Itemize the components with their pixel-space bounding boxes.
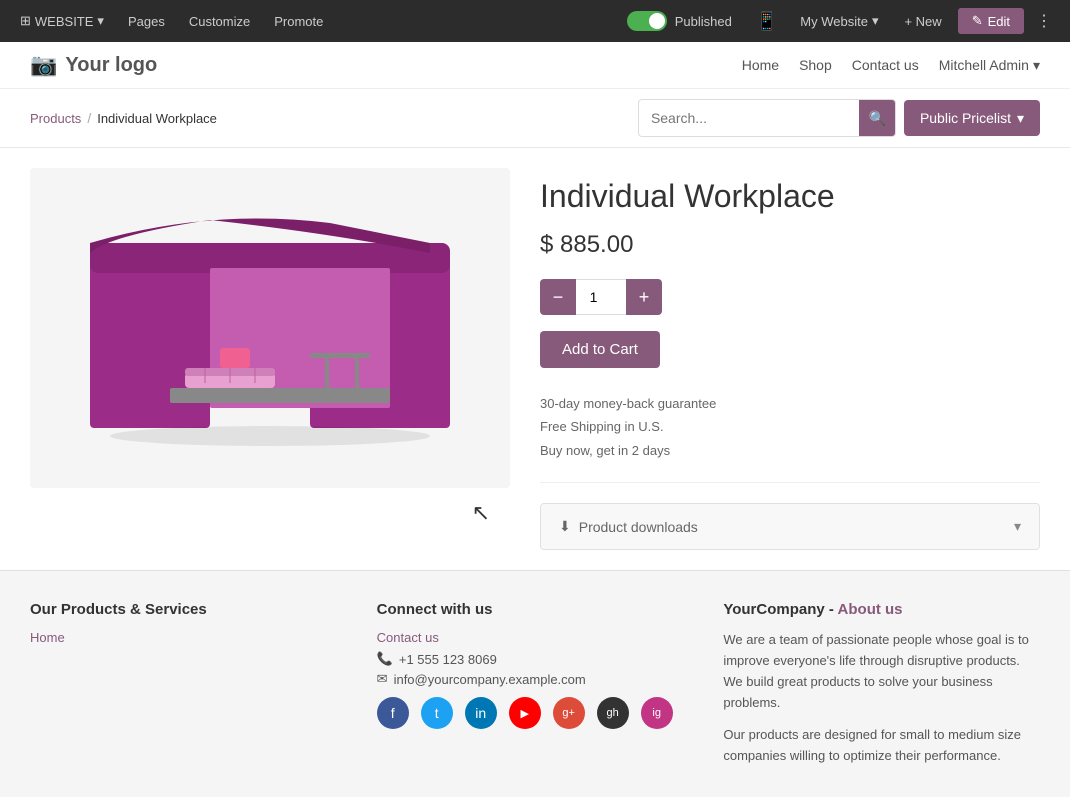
guarantee-text: 30-day money-back guarantee bbox=[540, 392, 1040, 415]
dropdown-chevron-icon: ▾ bbox=[97, 13, 104, 29]
main-content: ↖ Individual Workplace $ 885.00 − + Add … bbox=[0, 148, 1070, 570]
logo[interactable]: 📷 Your logo bbox=[30, 52, 157, 78]
nav-shop[interactable]: Shop bbox=[799, 57, 832, 73]
quantity-increase-button[interactable]: + bbox=[626, 279, 662, 315]
search-input[interactable] bbox=[639, 100, 859, 136]
google-plus-icon[interactable]: g+ bbox=[553, 697, 585, 729]
downloads-label: Product downloads bbox=[579, 519, 698, 535]
published-label: Published bbox=[675, 14, 732, 29]
footer-company-title: YourCompany - About us bbox=[723, 601, 1040, 618]
user-chevron-icon: ▾ bbox=[1033, 57, 1040, 74]
search-button[interactable]: 🔍 bbox=[859, 100, 895, 136]
pricelist-chevron-icon: ▾ bbox=[1017, 110, 1024, 127]
user-name: Mitchell Admin bbox=[939, 57, 1029, 73]
product-price: $ 885.00 bbox=[540, 231, 1040, 259]
breadcrumb-separator: / bbox=[87, 110, 91, 126]
product-image bbox=[30, 168, 510, 488]
quantity-input[interactable] bbox=[576, 279, 626, 315]
nav-contact-us[interactable]: Contact us bbox=[852, 57, 919, 73]
mobile-preview-icon[interactable]: 📱 bbox=[748, 11, 786, 32]
chevron-down-icon: ▾ bbox=[872, 13, 879, 29]
breadcrumb-search-row: Products / Individual Workplace 🔍 Public… bbox=[0, 89, 1070, 148]
instagram-icon[interactable]: ig bbox=[641, 697, 673, 729]
footer-connect-title: Connect with us bbox=[377, 601, 694, 618]
footer-phone: 📞 +1 555 123 8069 bbox=[377, 651, 694, 667]
logo-text: Your logo bbox=[65, 54, 157, 77]
linkedin-icon[interactable]: in bbox=[465, 697, 497, 729]
site-nav: Home Shop Contact us Mitchell Admin ▾ bbox=[742, 57, 1040, 74]
add-to-cart-button[interactable]: Add to Cart bbox=[540, 331, 660, 368]
footer-col-connect: Connect with us Contact us 📞 +1 555 123 … bbox=[377, 601, 694, 767]
downloads-expand-icon: ▾ bbox=[1014, 518, 1021, 535]
site-header: 📷 Your logo Home Shop Contact us Mitchel… bbox=[0, 42, 1070, 89]
footer-email: ✉ info@yourcompany.example.com bbox=[377, 671, 694, 687]
nav-home[interactable]: Home bbox=[742, 57, 779, 73]
product-downloads-section: ⬇ Product downloads ▾ bbox=[540, 503, 1040, 550]
product-title: Individual Workplace bbox=[540, 178, 1040, 215]
grid-icon: ⊞ bbox=[20, 13, 31, 29]
product-meta: 30-day money-back guarantee Free Shippin… bbox=[540, 392, 1040, 483]
footer-col-products: Our Products & Services Home bbox=[30, 601, 347, 767]
footer-description-1: We are a team of passionate people whose… bbox=[723, 630, 1040, 713]
quantity-decrease-button[interactable]: − bbox=[540, 279, 576, 315]
footer-col-company: YourCompany - About us We are a team of … bbox=[723, 601, 1040, 767]
pricelist-button[interactable]: Public Pricelist ▾ bbox=[904, 100, 1040, 136]
more-options-button[interactable]: ⋮ bbox=[1028, 6, 1060, 36]
search-controls: 🔍 Public Pricelist ▾ bbox=[638, 99, 1040, 137]
delivery-text: Buy now, get in 2 days bbox=[540, 439, 1040, 462]
footer-products-title: Our Products & Services bbox=[30, 601, 347, 618]
quantity-row: − + bbox=[540, 279, 1040, 315]
phone-icon: 📞 bbox=[377, 651, 393, 667]
footer-description-2: Our products are designed for small to m… bbox=[723, 725, 1040, 767]
published-toggle[interactable] bbox=[627, 11, 667, 31]
footer-contact-link[interactable]: Contact us bbox=[377, 630, 694, 645]
twitter-icon[interactable]: t bbox=[421, 697, 453, 729]
published-toggle-area: Published bbox=[615, 11, 744, 31]
social-icons-row: f t in ▶ g+ gh ig bbox=[377, 697, 694, 729]
breadcrumb: Products / Individual Workplace bbox=[30, 110, 628, 126]
website-menu[interactable]: ⊞ WEBSITE ▾ bbox=[10, 7, 114, 35]
footer-about-link[interactable]: About us bbox=[838, 601, 903, 618]
user-menu[interactable]: Mitchell Admin ▾ bbox=[939, 57, 1040, 74]
promote-menu[interactable]: Promote bbox=[264, 8, 333, 35]
footer-home-link[interactable]: Home bbox=[30, 630, 347, 645]
pricelist-label: Public Pricelist bbox=[920, 110, 1011, 126]
camera-icon: 📷 bbox=[30, 52, 57, 78]
downloads-header-left: ⬇ Product downloads bbox=[559, 518, 698, 535]
product-image-area: ↖ bbox=[30, 168, 510, 538]
breadcrumb-current: Individual Workplace bbox=[97, 111, 217, 126]
my-website-menu[interactable]: My Website ▾ bbox=[790, 8, 888, 34]
product-illustration bbox=[30, 168, 510, 488]
new-button[interactable]: + New bbox=[892, 9, 953, 34]
download-icon: ⬇ bbox=[559, 518, 571, 535]
cursor-icon: ↖ bbox=[472, 500, 490, 526]
github-icon[interactable]: gh bbox=[597, 697, 629, 729]
youtube-icon[interactable]: ▶ bbox=[509, 697, 541, 729]
email-icon: ✉ bbox=[377, 671, 388, 687]
breadcrumb-products[interactable]: Products bbox=[30, 111, 81, 126]
pencil-icon: ✎ bbox=[972, 13, 983, 29]
pages-menu[interactable]: Pages bbox=[118, 8, 175, 35]
facebook-icon[interactable]: f bbox=[377, 697, 409, 729]
shipping-text: Free Shipping in U.S. bbox=[540, 415, 1040, 438]
product-details: Individual Workplace $ 885.00 − + Add to… bbox=[540, 168, 1040, 550]
customize-menu[interactable]: Customize bbox=[179, 8, 260, 35]
product-downloads-toggle[interactable]: ⬇ Product downloads ▾ bbox=[541, 504, 1039, 549]
edit-button[interactable]: ✎ Edit bbox=[958, 8, 1024, 34]
footer: Our Products & Services Home Connect wit… bbox=[0, 570, 1070, 797]
top-bar: ⊞ WEBSITE ▾ Pages Customize Promote Publ… bbox=[0, 0, 1070, 42]
